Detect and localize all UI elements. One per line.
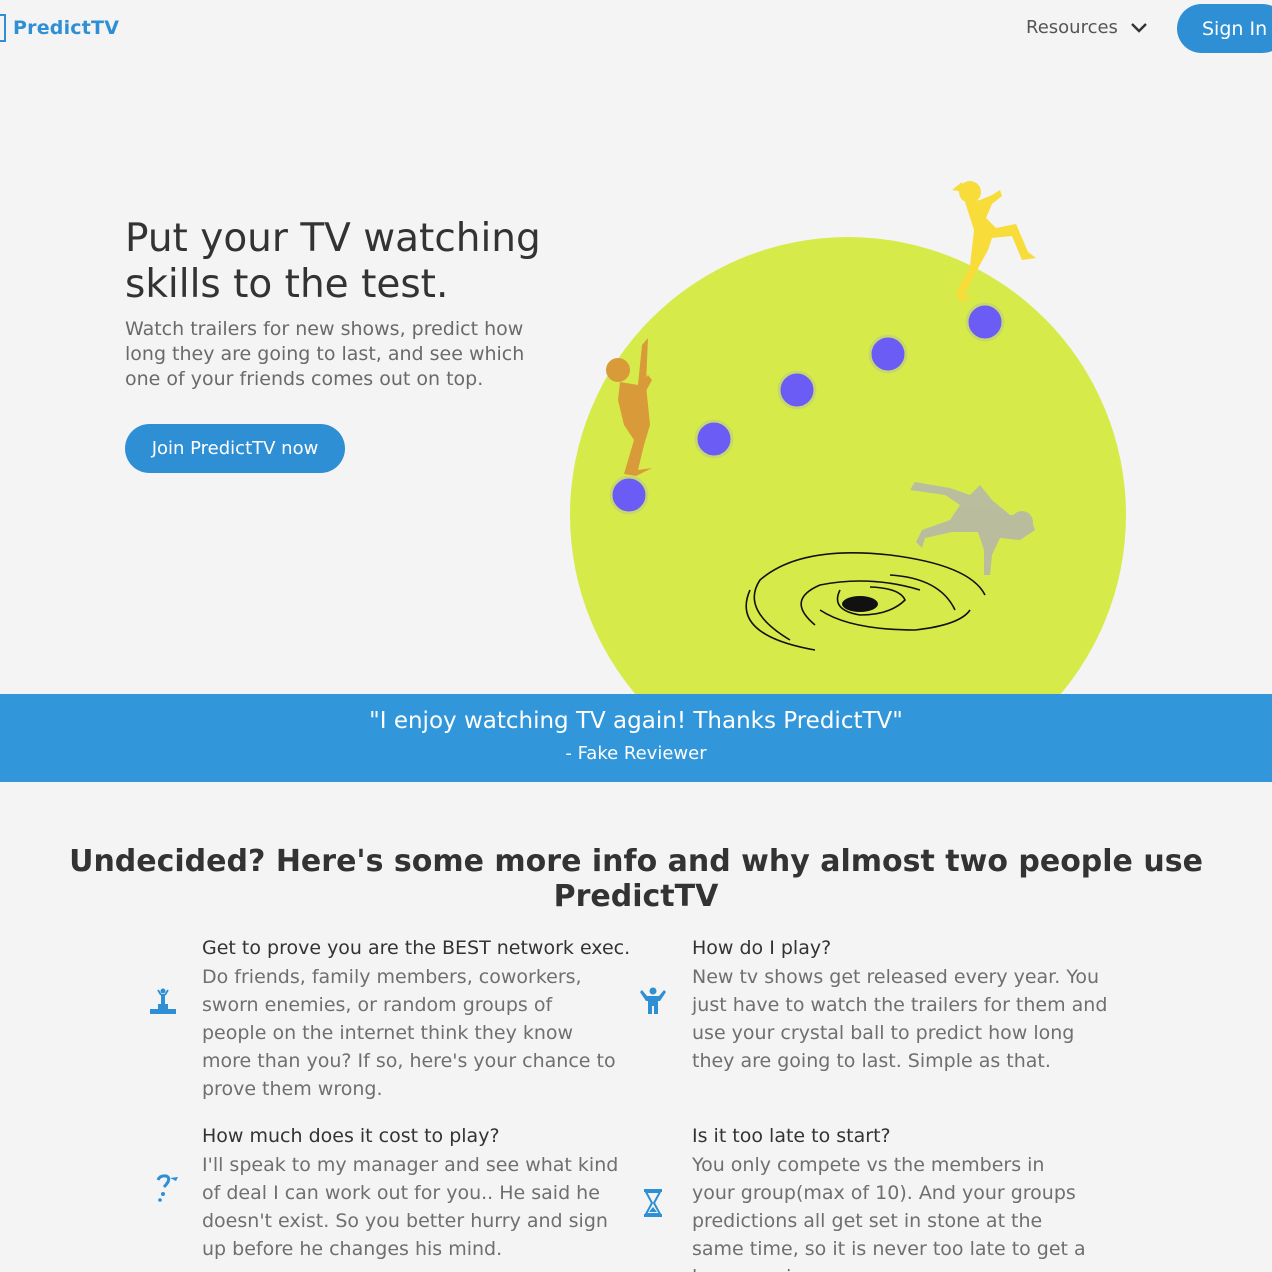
crystal-ball-circle [570, 237, 1126, 694]
sign-in-button[interactable]: Sign In [1177, 4, 1272, 53]
podium-icon [150, 988, 176, 1014]
hero-title: Put your TV watching skills to the test. [125, 216, 541, 307]
logo-mark-icon [0, 14, 6, 42]
vortex-center-icon [842, 596, 878, 612]
person-icon [640, 987, 666, 1014]
testimonial-banner: "I enjoy watching TV again! Thanks Predi… [0, 694, 1272, 782]
resources-label: Resources [1026, 17, 1118, 38]
feature-body: New tv shows get released every year. Yo… [692, 966, 1108, 1072]
resources-menu[interactable]: Resources [1026, 17, 1148, 38]
hero-subtitle: Watch trailers for new shows, predict ho… [125, 318, 525, 390]
feature-title: How do I play? [692, 937, 832, 959]
question-person-icon [156, 1174, 178, 1202]
testimonial-author: - Fake Reviewer [565, 743, 707, 764]
info-heading: Undecided? Here's some more info and why… [69, 844, 1203, 914]
feature-title: How much does it cost to play? [202, 1125, 500, 1147]
hero-illustration [570, 181, 1126, 694]
feature-body: Do friends, family members, coworkers, s… [202, 966, 616, 1100]
top-nav: PredictTV Resources Sign In [0, 0, 1272, 58]
chevron-down-icon [1131, 22, 1147, 33]
feature-title: Is it too late to start? [692, 1125, 891, 1147]
join-button[interactable]: Join PredictTV now [125, 424, 345, 473]
logo[interactable]: PredictTV [0, 14, 119, 42]
feature-body: I'll speak to my manager and see what ki… [202, 1154, 619, 1260]
feature-title: Get to prove you are the BEST network ex… [202, 937, 631, 959]
hourglass-icon [644, 1189, 662, 1217]
logo-text: PredictTV [13, 17, 120, 39]
testimonial-quote: "I enjoy watching TV again! Thanks Predi… [369, 708, 903, 734]
feature-body: You only compete vs the members in your … [692, 1154, 1086, 1272]
